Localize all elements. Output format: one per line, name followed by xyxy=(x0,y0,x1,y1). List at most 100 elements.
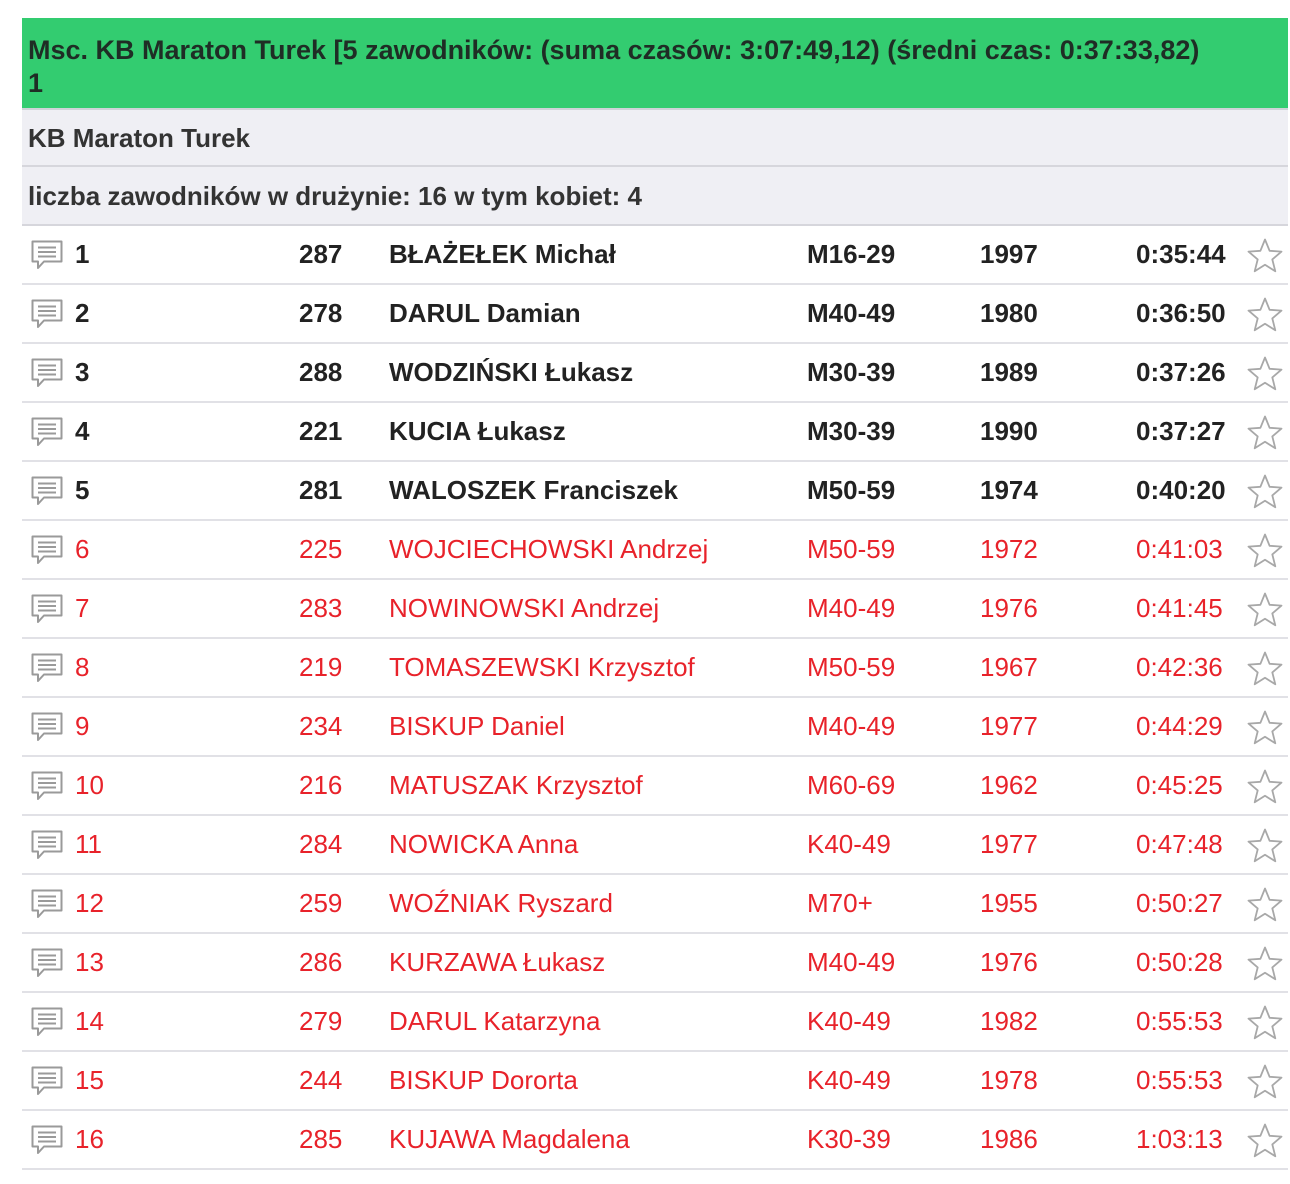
result-time: 0:37:26 xyxy=(1136,357,1226,387)
star-icon[interactable] xyxy=(1246,532,1284,570)
result-row[interactable]: 16 285 KUJAWA Magdalena K30-39 1986 1:03… xyxy=(22,1111,1288,1170)
star-icon[interactable] xyxy=(1246,414,1284,452)
result-name: DARUL Damian xyxy=(389,298,581,328)
results-list: 1 287 BŁAŻEŁEK Michał M16-29 1997 0:35:4… xyxy=(22,226,1288,1170)
result-row[interactable]: 8 219 TOMASZEWSKI Krzysztof M50-59 1967 … xyxy=(22,639,1288,698)
result-place: 16 xyxy=(75,1124,104,1154)
result-place: 13 xyxy=(75,947,104,977)
result-year: 1986 xyxy=(980,1124,1038,1154)
result-row[interactable]: 2 278 DARUL Damian M40-49 1980 0:36:50 xyxy=(22,285,1288,344)
result-row[interactable]: 4 221 KUCIA Łukasz M30-39 1990 0:37:27 xyxy=(22,403,1288,462)
result-name: BISKUP Daniel xyxy=(389,711,565,741)
comment-icon[interactable] xyxy=(30,356,64,390)
result-category: M50-59 xyxy=(807,534,896,564)
result-row[interactable]: 5 281 WALOSZEK Franciszek M50-59 1974 0:… xyxy=(22,462,1288,521)
star-icon[interactable] xyxy=(1246,355,1284,393)
result-name: KURZAWA Łukasz xyxy=(389,947,606,977)
star-icon[interactable] xyxy=(1246,237,1284,275)
team-header: Msc. KB Maraton Turek [5 zawodników: (su… xyxy=(22,18,1288,110)
result-year: 1982 xyxy=(980,1006,1038,1036)
result-row[interactable]: 3 288 WODZIŃSKI Łukasz M30-39 1989 0:37:… xyxy=(22,344,1288,403)
result-bib: 279 xyxy=(299,1006,343,1036)
result-name: NOWICKA Anna xyxy=(389,829,579,859)
star-icon[interactable] xyxy=(1246,768,1284,806)
comment-icon[interactable] xyxy=(30,297,64,331)
result-place: 3 xyxy=(75,357,90,387)
result-bib: 225 xyxy=(299,534,343,564)
star-icon[interactable] xyxy=(1246,591,1284,629)
comment-icon[interactable] xyxy=(30,887,64,921)
result-row[interactable]: 14 279 DARUL Katarzyna K40-49 1982 0:55:… xyxy=(22,993,1288,1052)
result-name: WALOSZEK Franciszek xyxy=(389,475,678,505)
comment-icon[interactable] xyxy=(30,769,64,803)
comment-icon[interactable] xyxy=(30,710,64,744)
result-year: 1990 xyxy=(980,416,1038,446)
result-bib: 221 xyxy=(299,416,343,446)
result-time: 0:55:53 xyxy=(1136,1065,1223,1095)
star-icon[interactable] xyxy=(1246,945,1284,983)
star-icon[interactable] xyxy=(1246,886,1284,924)
result-year: 1962 xyxy=(980,770,1038,800)
result-year: 1978 xyxy=(980,1065,1038,1095)
result-name: KUJAWA Magdalena xyxy=(389,1124,630,1154)
comment-icon[interactable] xyxy=(30,1123,64,1157)
result-year: 1955 xyxy=(980,888,1038,918)
team-results: Msc. KB Maraton Turek [5 zawodników: (su… xyxy=(22,18,1288,1170)
star-icon[interactable] xyxy=(1246,827,1284,865)
result-time: 0:44:29 xyxy=(1136,711,1223,741)
result-row[interactable]: 13 286 KURZAWA Łukasz M40-49 1976 0:50:2… xyxy=(22,934,1288,993)
result-row[interactable]: 9 234 BISKUP Daniel M40-49 1977 0:44:29 xyxy=(22,698,1288,757)
comment-icon[interactable] xyxy=(30,238,64,272)
comment-icon[interactable] xyxy=(30,474,64,508)
result-time: 0:50:27 xyxy=(1136,888,1223,918)
star-icon[interactable] xyxy=(1246,1004,1284,1042)
result-category: M50-59 xyxy=(807,475,896,505)
result-place: 15 xyxy=(75,1065,104,1095)
result-row[interactable]: 1 287 BŁAŻEŁEK Michał M16-29 1997 0:35:4… xyxy=(22,226,1288,285)
result-category: K40-49 xyxy=(807,1006,891,1036)
result-name: WOŹNIAK Ryszard xyxy=(389,888,613,918)
comment-icon[interactable] xyxy=(30,592,64,626)
result-place: 5 xyxy=(75,475,90,505)
result-name: WOJCIECHOWSKI Andrzej xyxy=(389,534,709,564)
result-category: M40-49 xyxy=(807,298,896,328)
star-icon[interactable] xyxy=(1246,296,1284,334)
result-row[interactable]: 15 244 BISKUP Dororta K40-49 1978 0:55:5… xyxy=(22,1052,1288,1111)
result-name: BISKUP Dororta xyxy=(389,1065,578,1095)
result-year: 1977 xyxy=(980,711,1038,741)
result-place: 6 xyxy=(75,534,90,564)
result-bib: 244 xyxy=(299,1065,343,1095)
result-year: 1976 xyxy=(980,947,1038,977)
result-row[interactable]: 12 259 WOŹNIAK Ryszard M70+ 1955 0:50:27 xyxy=(22,875,1288,934)
comment-icon[interactable] xyxy=(30,651,64,685)
result-year: 1974 xyxy=(980,475,1038,505)
result-bib: 278 xyxy=(299,298,343,328)
result-place: 11 xyxy=(75,829,102,859)
result-place: 1 xyxy=(75,239,90,269)
result-row[interactable]: 6 225 WOJCIECHOWSKI Andrzej M50-59 1972 … xyxy=(22,521,1288,580)
star-icon[interactable] xyxy=(1246,650,1284,688)
result-time: 0:41:45 xyxy=(1136,593,1223,623)
result-name: BŁAŻEŁEK Michał xyxy=(389,239,616,269)
result-row[interactable]: 7 283 NOWINOWSKI Andrzej M40-49 1976 0:4… xyxy=(22,580,1288,639)
star-icon[interactable] xyxy=(1246,473,1284,511)
result-place: 7 xyxy=(75,593,90,623)
comment-icon[interactable] xyxy=(30,533,64,567)
result-category: M30-39 xyxy=(807,416,896,446)
comment-icon[interactable] xyxy=(30,415,64,449)
result-bib: 259 xyxy=(299,888,343,918)
comment-icon[interactable] xyxy=(30,946,64,980)
star-icon[interactable] xyxy=(1246,1122,1284,1160)
result-row[interactable]: 10 216 MATUSZAK Krzysztof M60-69 1962 0:… xyxy=(22,757,1288,816)
result-year: 1980 xyxy=(980,298,1038,328)
result-time: 0:42:36 xyxy=(1136,652,1223,682)
star-icon[interactable] xyxy=(1246,709,1284,747)
result-row[interactable]: 11 284 NOWICKA Anna K40-49 1977 0:47:48 xyxy=(22,816,1288,875)
result-name: TOMASZEWSKI Krzysztof xyxy=(389,652,695,682)
comment-icon[interactable] xyxy=(30,828,64,862)
star-icon[interactable] xyxy=(1246,1063,1284,1101)
result-name: WODZIŃSKI Łukasz xyxy=(389,357,634,387)
comment-icon[interactable] xyxy=(30,1005,64,1039)
result-time: 0:41:03 xyxy=(1136,534,1223,564)
comment-icon[interactable] xyxy=(30,1064,64,1098)
